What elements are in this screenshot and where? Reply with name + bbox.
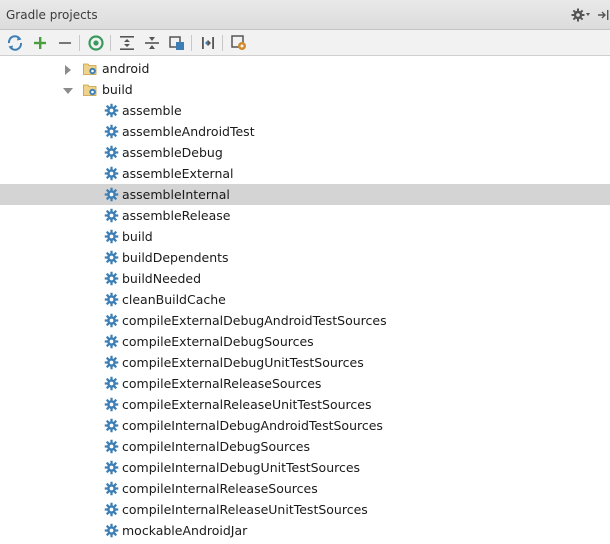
gradle-task-gear-icon: [104, 376, 119, 391]
task-row[interactable]: compileInternalDebugUnitTestSources: [0, 457, 610, 478]
gradle-task-gear-icon: [104, 229, 119, 244]
gradle-task-gear-icon: [104, 145, 119, 160]
gradle-task-group-icon: [83, 82, 98, 97]
gradle-task-gear-icon: [104, 187, 119, 202]
task-label: assemble: [122, 103, 182, 118]
collapse-all-icon[interactable]: [142, 33, 162, 53]
gradle-task-gear-icon: [104, 271, 119, 286]
toolbar-separator: [110, 35, 111, 51]
gradle-task-gear-icon: [104, 481, 119, 496]
task-label: compileInternalReleaseSources: [122, 481, 318, 496]
group-modules-icon[interactable]: [167, 33, 187, 53]
gradle-task-gear-icon: [104, 355, 119, 370]
task-label: assembleAndroidTest: [122, 124, 255, 139]
task-label: compileExternalDebugSources: [122, 334, 314, 349]
task-row[interactable]: compileInternalDebugAndroidTestSources: [0, 415, 610, 436]
task-row[interactable]: compileExternalReleaseSources: [0, 373, 610, 394]
tree-node-android[interactable]: android: [0, 58, 610, 79]
gradle-task-gear-icon: [104, 124, 119, 139]
gradle-task-gear-icon: [104, 292, 119, 307]
task-row[interactable]: assemble: [0, 100, 610, 121]
task-label: compileInternalDebugSources: [122, 439, 310, 454]
offline-mode-icon[interactable]: [198, 33, 218, 53]
task-row[interactable]: mockableAndroidJar: [0, 520, 610, 541]
gradle-task-gear-icon: [104, 439, 119, 454]
task-label: cleanBuildCache: [122, 292, 226, 307]
task-label: compileExternalDebugAndroidTestSources: [122, 313, 387, 328]
toolbar-separator: [79, 35, 80, 51]
task-label: compileInternalDebugUnitTestSources: [122, 460, 361, 475]
task-row[interactable]: assembleRelease: [0, 205, 610, 226]
task-row[interactable]: compileInternalReleaseSources: [0, 478, 610, 499]
task-label: buildNeeded: [122, 271, 202, 286]
tree-node-label: android: [102, 61, 150, 76]
gradle-task-tree: android build assemble assembleAndroidTes…: [0, 58, 610, 544]
remove-icon[interactable]: [55, 33, 75, 53]
settings-gear-icon[interactable]: [570, 7, 592, 23]
task-row[interactable]: assembleInternal: [0, 184, 610, 205]
task-row[interactable]: assembleDebug: [0, 142, 610, 163]
toolbar: [0, 30, 610, 56]
tree-node-label: build: [102, 82, 133, 97]
hide-panel-icon[interactable]: [596, 7, 610, 23]
gradle-task-gear-icon: [104, 250, 119, 265]
task-label: compileInternalDebugAndroidTestSources: [122, 418, 383, 433]
task-row[interactable]: cleanBuildCache: [0, 289, 610, 310]
panel-title: Gradle projects: [6, 8, 98, 22]
panel-header: Gradle projects: [0, 0, 610, 30]
collapse-arrow-icon[interactable]: [63, 84, 73, 94]
task-row[interactable]: compileExternalDebugUnitTestSources: [0, 352, 610, 373]
task-label: assembleDebug: [122, 145, 223, 160]
expand-arrow-icon[interactable]: [63, 63, 73, 75]
task-label: compileExternalReleaseSources: [122, 376, 322, 391]
task-label: assembleExternal: [122, 166, 234, 181]
task-label: compileExternalReleaseUnitTestSources: [122, 397, 372, 412]
task-row[interactable]: compileExternalReleaseUnitTestSources: [0, 394, 610, 415]
gradle-settings-icon[interactable]: [229, 33, 249, 53]
gradle-task-gear-icon: [104, 418, 119, 433]
task-row[interactable]: compileInternalDebugSources: [0, 436, 610, 457]
task-row[interactable]: build: [0, 226, 610, 247]
refresh-icon[interactable]: [5, 33, 25, 53]
task-label: assembleInternal: [122, 187, 230, 202]
gradle-task-gear-icon: [104, 334, 119, 349]
gradle-module-folder-icon: [83, 61, 98, 76]
gradle-task-gear-icon: [104, 313, 119, 328]
toolbar-separator: [191, 35, 192, 51]
task-row[interactable]: buildNeeded: [0, 268, 610, 289]
task-label: compileExternalDebugUnitTestSources: [122, 355, 364, 370]
gradle-task-gear-icon: [104, 103, 119, 118]
gradle-task-gear-icon: [104, 208, 119, 223]
task-label: build: [122, 229, 153, 244]
gradle-task-gear-icon: [104, 397, 119, 412]
task-label: buildDependents: [122, 250, 229, 265]
toolbar-separator: [222, 35, 223, 51]
task-label: assembleRelease: [122, 208, 231, 223]
task-row[interactable]: buildDependents: [0, 247, 610, 268]
task-row[interactable]: assembleAndroidTest: [0, 121, 610, 142]
task-label: mockableAndroidJar: [122, 523, 248, 538]
task-row[interactable]: compileInternalReleaseUnitTestSources: [0, 499, 610, 520]
task-row[interactable]: compileExternalDebugSources: [0, 331, 610, 352]
gradle-task-gear-icon: [104, 460, 119, 475]
tree-node-build[interactable]: build: [0, 79, 610, 100]
expand-all-icon[interactable]: [117, 33, 137, 53]
gradle-task-gear-icon: [104, 523, 119, 538]
add-icon[interactable]: [30, 33, 50, 53]
gradle-task-gear-icon: [104, 502, 119, 517]
task-row[interactable]: assembleExternal: [0, 163, 610, 184]
gradle-task-gear-icon: [104, 166, 119, 181]
execute-task-icon[interactable]: [86, 33, 106, 53]
task-label: compileInternalReleaseUnitTestSources: [122, 502, 368, 517]
task-row[interactable]: compileExternalDebugAndroidTestSources: [0, 310, 610, 331]
